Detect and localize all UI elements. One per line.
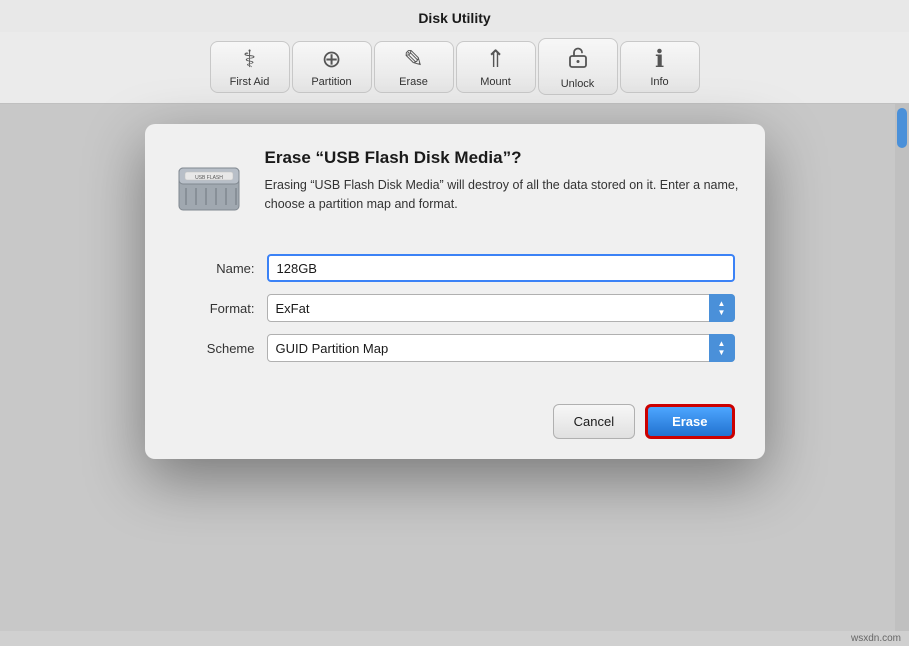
disk-icon-container: USB FLASH (169, 148, 249, 228)
info-label: Info (650, 76, 668, 88)
format-select[interactable]: ExFat Mac OS Extended (Journaled) MS-DOS… (267, 294, 735, 322)
format-row: Format: ExFat Mac OS Extended (Journaled… (175, 294, 735, 322)
erase-label: Erase (399, 76, 428, 88)
form-area: Name: Format: ExFat Mac OS Extended (Jou… (145, 244, 765, 394)
svg-text:USB FLASH: USB FLASH (195, 175, 223, 181)
erase-icon: ✎ (403, 48, 423, 72)
toolbar-first-aid[interactable]: ⚕ First Aid (210, 41, 290, 93)
mount-icon: ⇑ (485, 48, 505, 72)
cancel-button[interactable]: Cancel (553, 404, 635, 439)
scrollbar-thumb[interactable] (897, 108, 907, 148)
scheme-row: Scheme GUID Partition Map Master Boot Re… (175, 334, 735, 362)
main-area: USB FLASH Erase “USB Flash Disk Media”? … (0, 104, 909, 631)
dialog-title: Erase “USB Flash Disk Media”? (265, 148, 741, 168)
unlock-icon (567, 45, 589, 74)
scheme-select[interactable]: GUID Partition Map Master Boot Record Ap… (267, 334, 735, 362)
first-aid-icon: ⚕ (243, 48, 256, 72)
partition-label: Partition (311, 76, 351, 88)
scheme-select-wrapper: GUID Partition Map Master Boot Record Ap… (267, 334, 735, 362)
name-row: Name: (175, 254, 735, 282)
erase-dialog: USB FLASH Erase “USB Flash Disk Media”? … (145, 124, 765, 459)
scheme-label: Scheme (175, 341, 255, 356)
partition-icon: ⊕ (321, 48, 341, 72)
scrollbar[interactable] (895, 104, 909, 631)
first-aid-label: First Aid (230, 76, 270, 88)
button-row: Cancel Erase (145, 394, 765, 439)
footer-url: wsxdn.com (851, 633, 901, 644)
app-title: Disk Utility (418, 10, 490, 26)
toolbar-info[interactable]: ℹ Info (620, 41, 700, 93)
toolbar-mount[interactable]: ⇑ Mount (456, 41, 536, 93)
erase-button[interactable]: Erase (645, 404, 734, 439)
format-select-wrapper: ExFat Mac OS Extended (Journaled) MS-DOS… (267, 294, 735, 322)
name-label: Name: (175, 261, 255, 276)
usb-disk-icon: USB FLASH (171, 150, 247, 226)
unlock-label: Unlock (561, 78, 595, 90)
footer-bar: wsxdn.com (0, 631, 909, 646)
dialog-title-area: Erase “USB Flash Disk Media”? Erasing “U… (265, 148, 741, 214)
name-input[interactable] (267, 254, 735, 282)
toolbar: ⚕ First Aid ⊕ Partition ✎ Erase ⇑ Mount … (0, 32, 909, 104)
title-bar: Disk Utility (0, 0, 909, 32)
mount-label: Mount (480, 76, 511, 88)
dialog-header: USB FLASH Erase “USB Flash Disk Media”? … (145, 124, 765, 244)
info-icon: ℹ (655, 48, 664, 72)
dialog-description: Erasing “USB Flash Disk Media” will dest… (265, 176, 741, 214)
toolbar-partition[interactable]: ⊕ Partition (292, 41, 372, 93)
format-label: Format: (175, 301, 255, 316)
toolbar-unlock[interactable]: Unlock (538, 38, 618, 95)
toolbar-erase[interactable]: ✎ Erase (374, 41, 454, 93)
